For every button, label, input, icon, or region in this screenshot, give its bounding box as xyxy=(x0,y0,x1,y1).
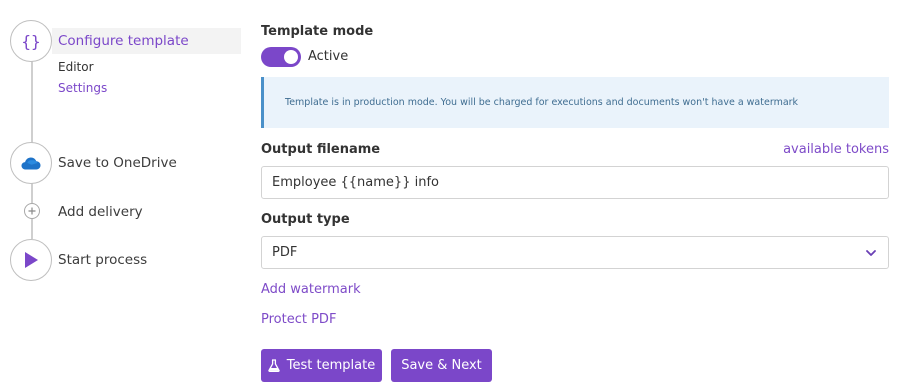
production-mode-notice: Template is in production mode. You will… xyxy=(261,77,889,128)
save-next-label: Save & Next xyxy=(401,358,482,373)
workflow-connector-line xyxy=(31,182,33,203)
plus-icon xyxy=(28,207,36,215)
step-configure-template-circle[interactable]: {} xyxy=(10,20,52,62)
workflow-connector-line xyxy=(31,60,33,144)
output-type-value: PDF xyxy=(272,245,298,260)
step-configure-template[interactable]: Configure template xyxy=(58,33,189,49)
toggle-state-label: Active xyxy=(308,49,349,64)
output-type-select[interactable]: PDF xyxy=(261,236,889,269)
play-icon xyxy=(25,252,38,268)
sub-item-settings[interactable]: Settings xyxy=(58,81,107,95)
template-mode-toggle[interactable] xyxy=(261,47,301,67)
onedrive-cloud-icon xyxy=(21,157,41,169)
output-filename-input[interactable] xyxy=(272,175,878,190)
add-delivery-button[interactable] xyxy=(24,203,40,219)
add-watermark-link[interactable]: Add watermark xyxy=(261,282,361,297)
save-next-button[interactable]: Save & Next xyxy=(391,349,492,382)
info-message: Template is in production mode. You will… xyxy=(285,97,799,108)
flask-icon xyxy=(268,359,280,372)
curly-braces-icon: {} xyxy=(21,31,41,51)
template-mode-label: Template mode xyxy=(261,24,374,39)
step-start-process-circle[interactable] xyxy=(10,239,52,281)
step-add-delivery[interactable]: Add delivery xyxy=(58,204,143,220)
test-template-button[interactable]: Test template xyxy=(261,349,382,382)
test-template-label: Test template xyxy=(286,358,376,373)
output-filename-label: Output filename xyxy=(261,142,381,157)
output-type-label: Output type xyxy=(261,212,350,227)
available-tokens-link[interactable]: available tokens xyxy=(783,142,889,157)
step-save-to-onedrive[interactable]: Save to OneDrive xyxy=(58,155,177,171)
step-start-process[interactable]: Start process xyxy=(58,252,147,268)
step-save-to-onedrive-circle[interactable] xyxy=(10,142,52,184)
protect-pdf-link[interactable]: Protect PDF xyxy=(261,312,336,327)
workflow-connector-line xyxy=(31,219,33,239)
sub-item-editor[interactable]: Editor xyxy=(58,60,94,74)
chevron-down-icon xyxy=(866,249,876,256)
toggle-knob xyxy=(284,50,298,64)
output-filename-field[interactable] xyxy=(261,166,889,199)
